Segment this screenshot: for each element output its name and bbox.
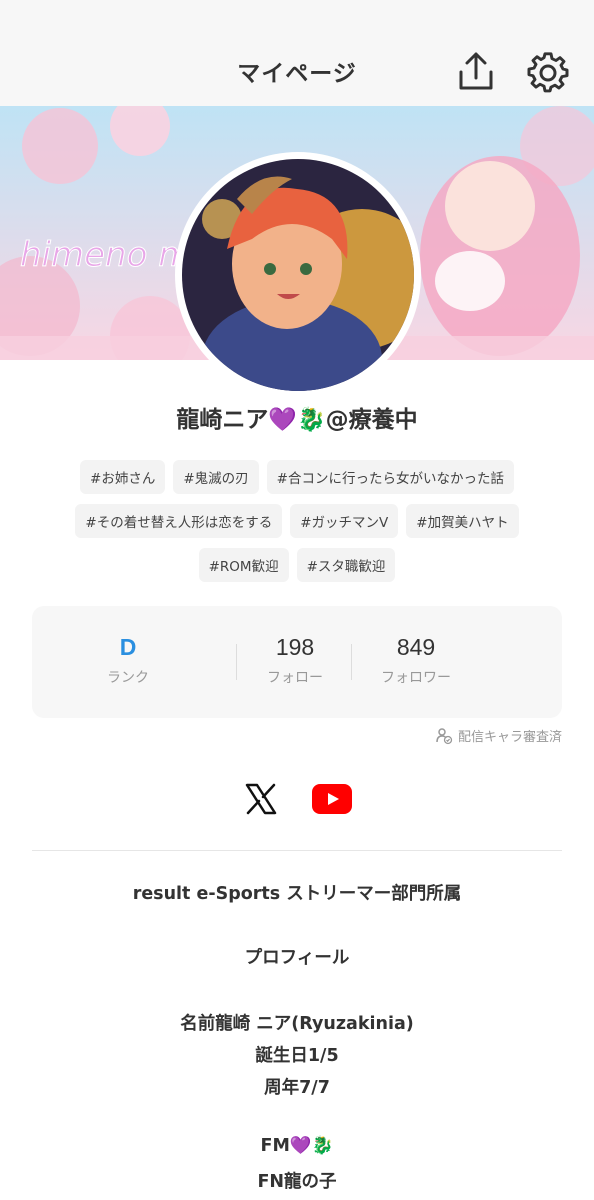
bio-anniversary: 周年7/7 — [264, 1078, 330, 1098]
stats-divider — [351, 644, 352, 680]
rank-value: D — [119, 634, 137, 660]
top-bar: マイページ — [0, 0, 594, 106]
social-links — [0, 778, 594, 822]
tag-item[interactable]: #お姉さん — [80, 460, 166, 494]
share-icon[interactable] — [455, 50, 497, 94]
tag-item[interactable]: #ROM歓迎 — [198, 548, 289, 582]
purple-heart-emoji: 💜 — [268, 407, 297, 433]
rank-stat[interactable]: D ランク — [68, 634, 188, 687]
tag-item[interactable]: #鬼滅の刃 — [173, 460, 259, 494]
tag-item[interactable]: #合コンに行ったら女がいなかった話 — [266, 460, 514, 494]
stats-card: D ランク 198 フォロー 849 フォロワー — [32, 606, 562, 718]
verified-label: 配信キャラ審査済 — [457, 730, 562, 745]
follower-stat[interactable]: 849 フォロワー — [356, 634, 476, 687]
bio-affiliation: result e-Sports ストリーマー部門所属 — [132, 884, 462, 904]
follower-count: 849 — [396, 634, 436, 660]
gear-icon[interactable] — [527, 52, 569, 94]
youtube-icon[interactable] — [312, 784, 352, 814]
tag-item[interactable]: #その着せ替え人形は恋をする — [75, 504, 283, 538]
verified-person-icon — [436, 727, 453, 744]
follow-label: フォロー — [267, 670, 323, 686]
bio-fan-mark: FM💜🐉 — [0, 1136, 594, 1156]
bio-birthday: 誕生日1/5 — [255, 1046, 339, 1066]
username: 龍崎ニア💜🐉@療養中 — [0, 400, 594, 434]
page-title: マイページ — [237, 61, 357, 87]
tag-item[interactable]: #ガッチマンV — [290, 504, 399, 538]
rank-label: ランク — [107, 670, 149, 686]
bio-heading: プロフィール — [244, 948, 350, 968]
purple-heart-emoji: 💜 — [289, 1136, 312, 1156]
verified-badge: 配信キャラ審査済 — [435, 726, 562, 745]
bio-fan-name: FN龍の子 — [257, 1172, 337, 1192]
dragon-emoji: 🐉 — [297, 407, 326, 433]
bio-name: 名前龍崎 ニア(Ryuzakinia) — [180, 1014, 414, 1034]
avatar-image — [182, 159, 414, 391]
follow-count: 198 — [275, 634, 315, 660]
tag-item[interactable]: #加賀美ハヤト — [406, 504, 519, 538]
bio-fan-mark-text: FM — [260, 1136, 290, 1156]
follower-label: フォロワー — [381, 670, 451, 686]
follow-stat[interactable]: 198 フォロー — [235, 634, 355, 687]
x-logo-icon[interactable] — [244, 782, 278, 816]
section-divider — [32, 850, 562, 851]
tag-list: #お姉さん #鬼滅の刃 #合コンに行ったら女がいなかった話 #その着せ替え人形は… — [60, 460, 534, 582]
avatar[interactable] — [175, 152, 421, 398]
dragon-emoji: 🐉 — [311, 1136, 334, 1156]
username-text: 龍崎ニア — [176, 407, 269, 433]
tag-item[interactable]: #スタ職歓迎 — [296, 548, 396, 582]
username-suffix: @療養中 — [325, 407, 418, 433]
